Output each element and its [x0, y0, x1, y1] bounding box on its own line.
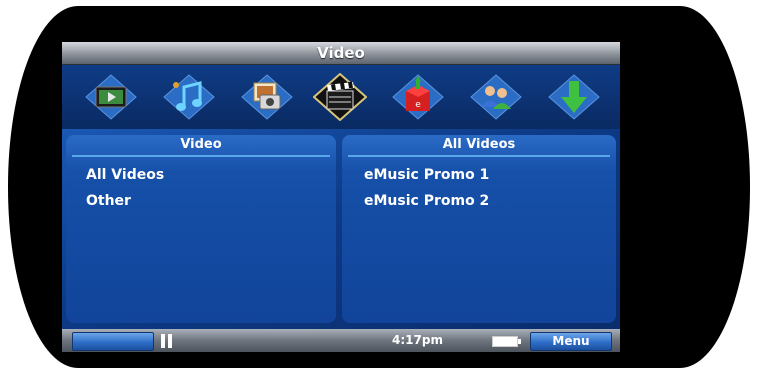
back-button[interactable]: [72, 332, 154, 351]
category-panel-title: Video: [72, 135, 330, 157]
video-list-panel: All Videos eMusic Promo 1 eMusic Promo 2: [342, 135, 616, 323]
tv-video-icon[interactable]: [84, 73, 138, 121]
title-bar: Video: [62, 42, 620, 65]
content-area: Video All Videos Other All Videos eMusic…: [62, 129, 620, 329]
battery-icon: [492, 336, 521, 347]
clapperboard-icon[interactable]: [313, 73, 367, 121]
video-list-panel-title: All Videos: [348, 135, 610, 157]
photos-camera-icon[interactable]: [240, 73, 294, 121]
status-bar: 4:17pm Menu: [62, 329, 620, 352]
device-frame: Video e Video All Videos Other All Video…: [8, 6, 750, 368]
category-panel: Video All Videos Other: [66, 135, 336, 323]
download-icon[interactable]: [547, 73, 601, 121]
list-item[interactable]: eMusic Promo 2: [364, 193, 489, 209]
menu-button[interactable]: Menu: [530, 332, 612, 351]
window-title: Video: [317, 44, 365, 62]
music-notes-icon[interactable]: [162, 73, 216, 121]
icon-bar: e: [62, 65, 620, 129]
users-icon[interactable]: [469, 73, 523, 121]
list-item[interactable]: eMusic Promo 1: [364, 167, 489, 183]
list-item[interactable]: All Videos: [86, 167, 164, 183]
list-item[interactable]: Other: [86, 193, 131, 209]
clock: 4:17pm: [392, 333, 443, 347]
pause-icon[interactable]: [160, 334, 174, 348]
gift-store-icon[interactable]: e: [391, 73, 445, 121]
screen: Video e Video All Videos Other All Video…: [62, 42, 620, 352]
svg-text:e: e: [415, 100, 421, 110]
